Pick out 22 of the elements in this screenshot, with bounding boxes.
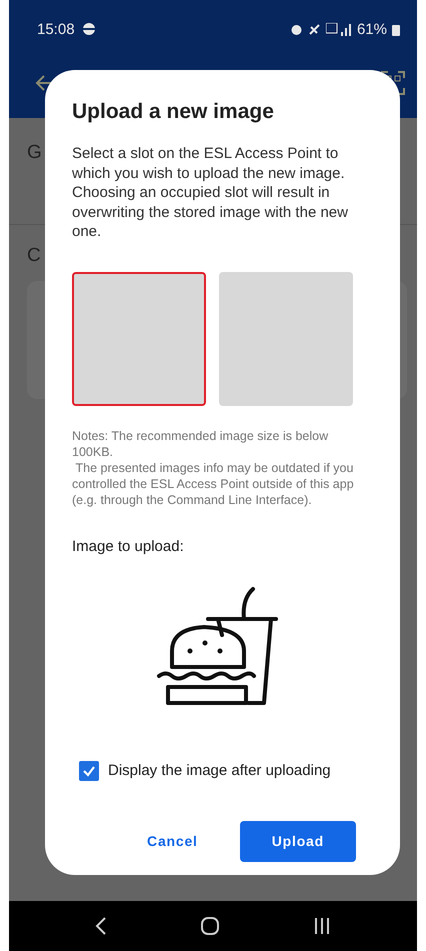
image-slot[interactable] — [72, 272, 206, 406]
recent-apps-icon[interactable] — [312, 917, 331, 935]
section-heading: G — [27, 142, 42, 164]
checkbox-label: Display the image after uploading — [108, 762, 331, 779]
mute-icon — [308, 22, 321, 36]
battery-icon — [392, 22, 400, 36]
section-heading: C — [27, 245, 41, 267]
notes-text: Notes: The recommended image size is below 100KB. The presented images info may be outdated if you controlled the ESL Access Point outside of this app (e.g. through the Command Line Interface). — [72, 428, 355, 508]
checkbox[interactable] — [79, 760, 99, 780]
moon-icon — [82, 22, 96, 36]
back-icon[interactable] — [95, 916, 108, 936]
upload-button[interactable]: Upload — [240, 820, 356, 862]
dialog-description: Select a slot on the ESL Access Point to which you wish to upload the new image. Choosing an occupied slot will result in overwriting the stored image with the new one. — [72, 144, 349, 242]
alarm-icon — [290, 22, 303, 36]
image-label: Image to upload: — [72, 538, 185, 554]
check-icon — [82, 764, 96, 778]
battery-level: 61% — [356, 20, 387, 38]
cancel-button[interactable]: Cancel — [135, 820, 210, 862]
clock-time: 15:08 — [37, 20, 75, 38]
dialog-title: Upload a new image — [72, 100, 275, 124]
signal-icon — [326, 22, 352, 36]
home-icon[interactable] — [200, 916, 220, 936]
